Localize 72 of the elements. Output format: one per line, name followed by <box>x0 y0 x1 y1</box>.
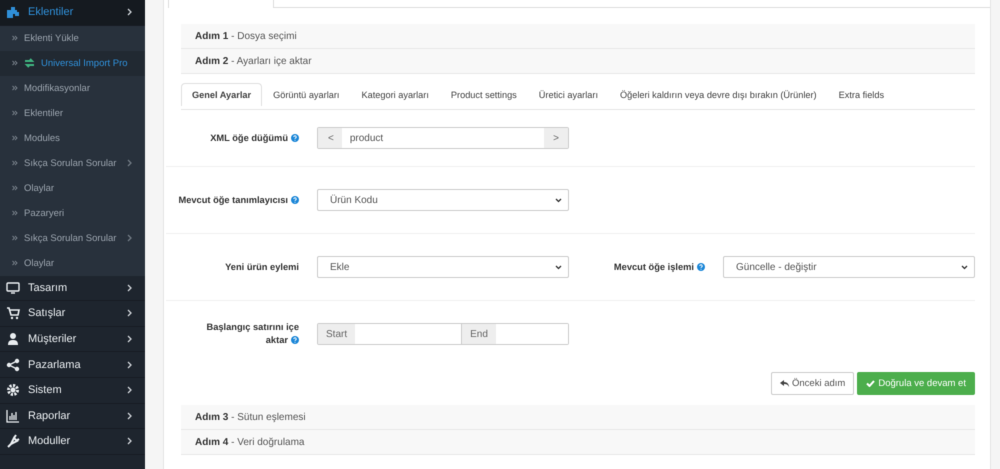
previous-step-button[interactable]: Önceki adım <box>771 372 854 395</box>
sidebar-item[interactable]: Eklentiler <box>0 0 145 26</box>
double-chevron-icon <box>12 85 18 92</box>
input-group[interactable]: < product > <box>317 127 569 149</box>
sidebar-subitem[interactable]: Eklentiler <box>0 100 145 126</box>
double-chevron-icon <box>12 210 18 216</box>
share-icon <box>6 358 20 372</box>
double-chevron-icon <box>12 235 18 242</box>
sidebar-subitem[interactable]: Olaylar <box>0 176 145 201</box>
chevron-icon <box>127 284 133 292</box>
tab[interactable]: Görüntü ayarları <box>262 83 350 106</box>
input-addon: < <box>318 128 342 148</box>
help-icon[interactable] <box>291 134 299 142</box>
double-chevron-icon <box>12 110 18 116</box>
reply-arrow-icon <box>780 380 789 387</box>
help-icon[interactable] <box>291 336 299 344</box>
chevron-icon <box>127 234 133 242</box>
monitor-icon <box>6 280 20 295</box>
puzzle-icon <box>6 5 20 20</box>
bar-chart-icon <box>6 408 20 423</box>
gear-icon <box>6 383 20 398</box>
dropdown[interactable]: Güncelle - değiştir <box>723 256 975 278</box>
sidebar-subitem[interactable]: Pazaryeri <box>0 200 145 226</box>
field-label: XML öğe düğümü <box>166 132 299 144</box>
chevron-icon <box>127 360 133 369</box>
step-header[interactable]: Adım 4 - Veri doğrulama <box>181 430 975 455</box>
cart-icon <box>6 306 20 320</box>
user-icon <box>6 332 20 346</box>
double-chevron-icon <box>12 35 18 42</box>
chevron-icon <box>127 437 133 446</box>
field-label: Başlangıç satırını içe aktar <box>206 321 299 347</box>
step-header[interactable]: Adım 1 - Dosya seçimi <box>181 24 975 49</box>
chevron-icon <box>127 8 133 16</box>
sidebar-subitem[interactable]: Modules <box>0 126 145 151</box>
field-label: Yeni ürün eylemi <box>224 260 299 274</box>
double-chevron-icon <box>12 160 18 166</box>
plug-icon <box>6 434 20 448</box>
dropdown[interactable]: Ürün Kodu <box>317 189 569 211</box>
tab[interactable]: Genel Ayarlar <box>181 83 262 106</box>
sidebar-subitem[interactable]: Universal Import Pro <box>0 50 145 76</box>
chevron-icon <box>127 386 133 394</box>
chevron-icon <box>127 309 133 318</box>
sidebar-subitem[interactable]: Sıkça Sorulan Sorular <box>0 150 145 176</box>
input-addon: > <box>544 128 568 148</box>
chevron-icon <box>127 335 133 344</box>
double-chevron-icon <box>12 260 18 266</box>
sidebar-subitem[interactable]: Eklenti Yükle <box>0 26 145 51</box>
double-chevron-icon <box>12 135 18 142</box>
tab[interactable]: Üretici ayarları <box>528 83 610 106</box>
sidebar-subitem[interactable]: Olaylar <box>0 250 145 276</box>
double-chevron-icon <box>12 60 18 66</box>
double-chevron-icon <box>12 185 18 192</box>
check-icon <box>866 380 876 387</box>
tab[interactable]: Kategori ayarları <box>350 83 440 106</box>
tab[interactable]: Extra fields <box>828 83 896 106</box>
chevron-icon <box>127 412 133 420</box>
field-label: Mevcut öğe işlemi <box>614 260 705 274</box>
input-addon: End <box>462 324 496 344</box>
tab[interactable]: Öğeleri kaldırın veya devre dışı bırakın (Ürünler) <box>609 83 828 106</box>
step-header[interactable]: Adım 3 - Sütun eşlemesi <box>181 405 975 430</box>
sync-icon <box>24 58 35 68</box>
help-icon[interactable] <box>697 262 705 270</box>
chevron-icon <box>127 159 133 168</box>
input-group[interactable]: Start End <box>317 323 569 345</box>
sidebar-subitem[interactable]: Sıkça Sorulan Sorular <box>0 226 145 251</box>
input-addon: Start <box>318 324 356 344</box>
sidebar-subitem[interactable]: Modifikasyonlar <box>0 76 145 101</box>
help-icon[interactable] <box>291 196 299 204</box>
tab[interactable]: Product settings <box>440 83 528 106</box>
dropdown[interactable]: Ekle <box>317 256 569 278</box>
step-header[interactable]: Adım 2 - Ayarları içe aktar <box>181 49 975 74</box>
field-label: Mevcut öğe tanımlayıcısı <box>166 194 299 206</box>
